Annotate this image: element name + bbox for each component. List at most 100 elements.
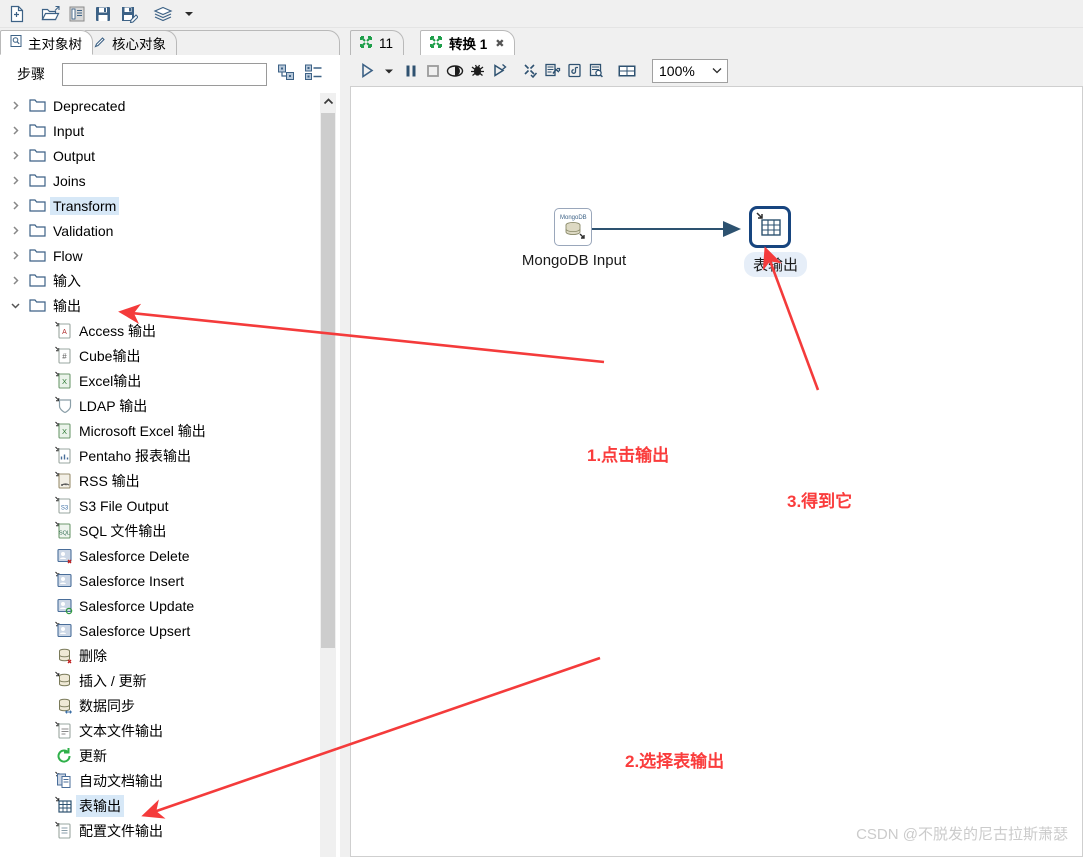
chevron-right-icon[interactable] xyxy=(6,100,24,111)
tree-folder-row[interactable]: 输出 xyxy=(0,293,318,318)
replay-icon[interactable] xyxy=(488,59,510,83)
run-icon[interactable] xyxy=(356,59,378,83)
tree-step-row[interactable]: 插入 / 更新 xyxy=(0,668,318,693)
save-as-icon[interactable] xyxy=(116,2,142,26)
stop-icon[interactable] xyxy=(422,59,444,83)
scroll-up-arrow-icon[interactable] xyxy=(320,93,336,110)
chevron-right-icon[interactable] xyxy=(6,150,24,161)
tree-item-label: 表输出 xyxy=(76,794,124,817)
tree-step-row[interactable]: X Excel输出 xyxy=(0,368,318,393)
mongodb-input-icon: MongoDB xyxy=(554,208,592,246)
chevron-right-icon[interactable] xyxy=(6,200,24,211)
tree-item-label: 插入 / 更新 xyxy=(79,672,147,689)
transformation-canvas[interactable]: MongoDB MongoDB Input 表输出 1.点击输出 2.选择表输出… xyxy=(350,87,1083,857)
canvas-node-table-output[interactable] xyxy=(749,206,791,248)
layers-icon[interactable] xyxy=(150,2,176,26)
step-search-row: 步骤 xyxy=(0,55,344,93)
debug-icon[interactable] xyxy=(466,59,488,83)
tree-step-row[interactable]: RSS 输出 xyxy=(0,468,318,493)
tree-step-row[interactable]: 配置文件输出 xyxy=(0,818,318,843)
chevron-right-icon[interactable] xyxy=(6,225,24,236)
explore-database-icon[interactable] xyxy=(585,59,607,83)
tree-step-row[interactable]: LDAP 输出 xyxy=(0,393,318,418)
excel-output-icon: X xyxy=(50,421,76,440)
tree-step-row[interactable]: A Access 输出 xyxy=(0,318,318,343)
tree-folder-row[interactable]: Flow xyxy=(0,243,318,268)
tab-main-object-tree[interactable]: 主对象树 xyxy=(0,30,93,55)
tree-item-label: Input xyxy=(53,122,85,139)
search-input[interactable] xyxy=(62,62,267,86)
tree-folder-row[interactable]: Joins xyxy=(0,168,318,193)
chevron-right-icon[interactable] xyxy=(6,250,24,261)
tree-folder-row[interactable]: Validation xyxy=(0,218,318,243)
tab-transformation-1[interactable]: 转换 1 ✖ xyxy=(420,30,516,55)
tree-step-row[interactable]: 数据同步 xyxy=(0,693,318,718)
svg-text:X: X xyxy=(61,427,66,436)
panel-splitter[interactable] xyxy=(340,28,348,857)
table-output-icon xyxy=(50,796,76,815)
chevron-down-icon[interactable] xyxy=(6,300,24,311)
tree-step-row[interactable]: Pentaho 报表输出 xyxy=(0,443,318,468)
verify-transformation-icon[interactable] xyxy=(519,59,541,83)
salesforce-delete-icon xyxy=(50,546,76,565)
svg-text:S3: S3 xyxy=(60,506,68,512)
scrollbar-thumb[interactable] xyxy=(321,113,335,648)
tree-folder-row[interactable]: Deprecated xyxy=(0,93,318,118)
pencil-icon xyxy=(93,35,107,52)
svg-text:X: X xyxy=(61,377,66,386)
tree-item-label: 更新 xyxy=(79,747,107,764)
tree-step-row[interactable]: Salesforce Delete xyxy=(0,543,318,568)
annotation-1: 1.点击输出 xyxy=(587,446,670,465)
open-folder-icon[interactable] xyxy=(38,2,64,26)
pause-icon[interactable] xyxy=(400,59,422,83)
tree-step-row[interactable]: Salesforce Update xyxy=(0,593,318,618)
zoom-level-combobox[interactable]: 100% xyxy=(652,58,728,83)
steps-tree[interactable]: Deprecated Input Output Joins Transform Valid… xyxy=(0,93,344,857)
tree-folder-row[interactable]: 输入 xyxy=(0,268,318,293)
collapse-all-icon[interactable] xyxy=(304,63,323,85)
save-icon[interactable] xyxy=(90,2,116,26)
tree-step-row[interactable]: 文本文件输出 xyxy=(0,718,318,743)
tree-view-tools xyxy=(277,63,323,85)
tree-folder-row[interactable]: Output xyxy=(0,143,318,168)
tree-step-row[interactable]: X Microsoft Excel 输出 xyxy=(0,418,318,443)
tree-folder-row[interactable]: Input xyxy=(0,118,318,143)
tree-step-row[interactable]: Salesforce Insert xyxy=(0,568,318,593)
expand-all-icon[interactable] xyxy=(277,63,296,85)
chevron-right-icon[interactable] xyxy=(6,125,24,136)
tree-step-row[interactable]: # Cube输出 xyxy=(0,343,318,368)
canvas-node-mongodb-input[interactable]: MongoDB xyxy=(554,208,592,246)
tree-item-label: S3 File Output xyxy=(79,497,169,514)
tree-vertical-scrollbar[interactable] xyxy=(320,93,336,857)
tab-transformation-11[interactable]: 11 xyxy=(350,30,405,55)
tree-step-row[interactable]: 表输出 xyxy=(0,793,318,818)
chevron-down-icon[interactable] xyxy=(176,2,202,26)
analyze-impact-icon[interactable] xyxy=(541,59,563,83)
new-file-icon[interactable] xyxy=(4,2,30,26)
get-sql-icon[interactable] xyxy=(563,59,585,83)
tree-step-row[interactable]: 更新 xyxy=(0,743,318,768)
tab-core-objects[interactable]: 核心对象 xyxy=(84,30,177,55)
show-grid-icon[interactable] xyxy=(616,59,638,83)
run-options-chevron-icon[interactable] xyxy=(378,59,400,83)
tree-item-label: 删除 xyxy=(79,647,107,664)
tree-folder-row[interactable]: Transform xyxy=(0,193,318,218)
tree-step-row[interactable]: SQL SQL 文件输出 xyxy=(0,518,318,543)
tree-step-row[interactable]: 自动文档输出 xyxy=(0,768,318,793)
tree-item-label: RSS 输出 xyxy=(79,472,140,489)
explorer-list-icon[interactable] xyxy=(64,2,90,26)
tree-step-row[interactable]: Salesforce Upsert xyxy=(0,618,318,643)
tree-step-row[interactable]: S3 S3 File Output xyxy=(0,493,318,518)
tree-step-row[interactable]: 删除 xyxy=(0,643,318,668)
application-window: 主对象树 核心对象 步骤 Deprecated Input Output Joi… xyxy=(0,0,1083,857)
hop-connector xyxy=(573,221,741,237)
text-file-output-icon xyxy=(50,721,76,740)
tree-item-label: Joins xyxy=(53,172,86,189)
chevron-right-icon[interactable] xyxy=(6,175,24,186)
preview-icon[interactable] xyxy=(444,59,466,83)
close-icon[interactable]: ✖ xyxy=(495,37,504,50)
chevron-right-icon[interactable] xyxy=(6,275,24,286)
folder-icon xyxy=(24,123,50,138)
tab-label: 主对象树 xyxy=(28,36,82,52)
tree-item-label: Flow xyxy=(53,247,83,264)
